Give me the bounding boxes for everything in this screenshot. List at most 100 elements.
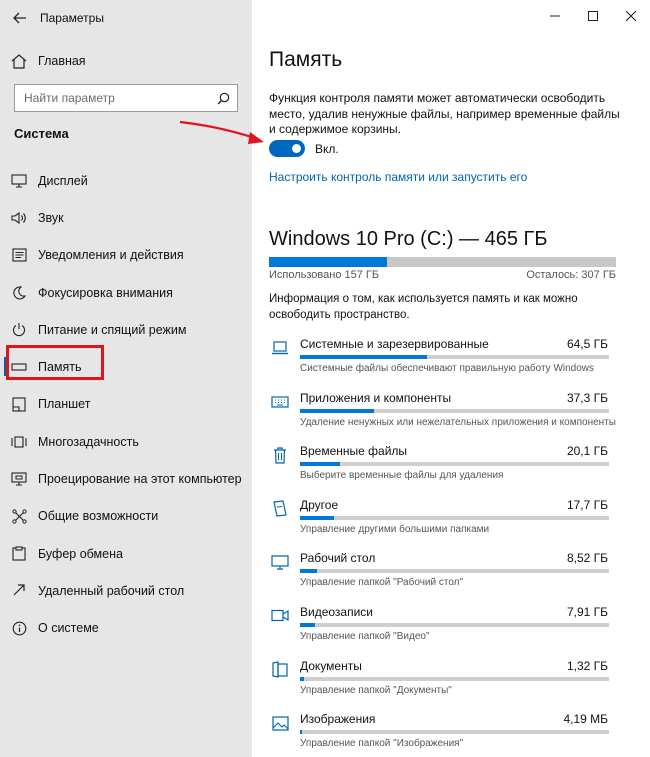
clipboard-icon (0, 546, 38, 561)
minimize-icon (550, 15, 560, 17)
category-bar-fill (300, 569, 317, 574)
window-controls (536, 0, 650, 32)
search-input[interactable]: Найти параметр (14, 84, 238, 112)
category-system-reserved[interactable]: Системные и зарезервированные 64,5 ГБ Си… (252, 333, 650, 387)
sidebar-item-label: Многозадачность (38, 434, 139, 449)
back-button[interactable] (0, 0, 40, 36)
category-name: Временные файлы (300, 444, 408, 459)
sidebar-item-notifications[interactable]: Уведомления и действия (0, 237, 252, 274)
sidebar-item-multitasking[interactable]: Многозадачность (0, 423, 252, 460)
app-title: Параметры (40, 11, 104, 25)
info-icon (0, 621, 38, 636)
category-bar (300, 355, 609, 359)
search-placeholder: Найти параметр (24, 91, 115, 105)
display-icon (0, 174, 38, 188)
minimize-button[interactable] (536, 0, 574, 32)
category-description: Управление папкой "Видео" (300, 630, 430, 642)
power-icon (0, 322, 38, 337)
annotation-highlight-box (6, 345, 104, 380)
notifications-icon (0, 248, 38, 262)
sidebar-item-display[interactable]: Дисплей (0, 162, 252, 199)
storage-sense-toggle[interactable] (269, 140, 305, 157)
annotation-arrow (179, 120, 264, 144)
sidebar-item-focus-assist[interactable]: Фокусировка внимания (0, 274, 252, 311)
shared-experiences-icon (0, 509, 38, 524)
toggle-knob (292, 144, 301, 153)
category-other[interactable]: Другое 17,7 ГБ Управление другими больши… (252, 494, 650, 548)
sidebar-item-remote-desktop[interactable]: Удаленный рабочий стол (0, 572, 252, 609)
sidebar-item-tablet[interactable]: Планшет (0, 386, 252, 423)
sidebar-item-label: Питание и спящий режим (38, 322, 187, 337)
monitor-icon (269, 551, 291, 573)
storage-categories: Системные и зарезервированные 64,5 ГБ Си… (252, 333, 650, 757)
usage-info-text: Информация о том, как используется памят… (269, 293, 578, 321)
close-icon (626, 11, 636, 21)
trash-icon (269, 444, 291, 466)
sound-icon (0, 211, 38, 225)
category-pictures[interactable]: Изображения 4,19 МБ Управление папкой "И… (252, 708, 650, 757)
projecting-icon (0, 472, 38, 486)
category-bar-fill (300, 408, 375, 413)
storage-sense-toggle-row: Вкл. (269, 140, 339, 157)
category-size: 8,52 ГБ (566, 551, 608, 566)
category-bar (300, 569, 609, 574)
page-title: Память (269, 48, 343, 71)
maximize-icon (588, 11, 598, 21)
category-name: Другое (300, 497, 339, 512)
category-description: Управление другими большими папками (300, 523, 490, 535)
section-title: Система (14, 126, 69, 141)
drive-used-label: Использовано 157 ГБ (269, 269, 380, 281)
configure-storage-sense-link[interactable]: Настроить контроль памяти или запустить … (269, 170, 527, 184)
sidebar-item-label: Общие возможности (38, 509, 159, 524)
category-desktop[interactable]: Рабочий стол 8,52 ГБ Управление папкой "… (252, 547, 650, 601)
category-bar-fill (300, 462, 341, 467)
category-videos[interactable]: Видеозаписи 7,91 ГБ Управление папкой "В… (252, 601, 650, 655)
sidebar-item-label: Планшет (38, 397, 91, 412)
home-icon (0, 53, 38, 69)
category-bar (300, 622, 609, 627)
drive-title: Windows 10 Pro (C:) — 465 ГБ (269, 228, 548, 250)
category-size: 4,19 МБ (563, 712, 608, 727)
tablet-icon (0, 397, 38, 412)
multitasking-icon (0, 435, 38, 449)
sidebar-item-label: Уведомления и действия (38, 248, 184, 263)
category-size: 20,1 ГБ (566, 444, 608, 459)
sidebar-item-label: Проецирование на этот компьютер (38, 472, 242, 487)
close-button[interactable] (612, 0, 650, 32)
sidebar-item-shared-experiences[interactable]: Общие возможности (0, 498, 252, 535)
sidebar-item-label: О системе (38, 621, 99, 636)
category-size: 17,7 ГБ (566, 497, 608, 512)
toggle-state-label: Вкл. (315, 141, 339, 156)
category-apps-features[interactable]: Приложения и компоненты 37,3 ГБ Удаление… (252, 387, 650, 441)
category-name: Изображения (300, 712, 376, 727)
sidebar-item-label: Звук (38, 210, 64, 225)
video-icon (269, 605, 291, 627)
category-description: Выберите временные файлы для удаления (300, 470, 504, 482)
sidebar-item-sound[interactable]: Звук (0, 199, 252, 236)
maximize-button[interactable] (574, 0, 612, 32)
remote-desktop-icon (0, 583, 38, 598)
sidebar-nav: Дисплей Звук Уведомления и действия Фоку… (0, 162, 252, 647)
drive-free-label: Осталось: 307 ГБ (526, 269, 616, 281)
sidebar-item-label: Дисплей (38, 173, 88, 188)
category-temporary-files[interactable]: Временные файлы 20,1 ГБ Выберите временн… (252, 440, 650, 494)
category-bar-fill (300, 355, 427, 359)
category-description: Управление папкой "Рабочий стол" (300, 577, 464, 589)
sidebar-item-about[interactable]: О системе (0, 610, 252, 647)
back-arrow-icon (13, 12, 26, 24)
titlebar: Параметры (0, 0, 252, 36)
category-bar (300, 515, 609, 520)
main-content: Память Функция контроля памяти может авт… (252, 0, 650, 757)
folder-icon (269, 659, 291, 681)
category-documents[interactable]: Документы 1,32 ГБ Управление папкой "Док… (252, 655, 650, 709)
category-name: Документы (300, 658, 362, 673)
drive-usage-fill (269, 257, 387, 267)
category-size: 7,91 ГБ (566, 604, 608, 619)
sidebar-item-clipboard[interactable]: Буфер обмена (0, 535, 252, 572)
sidebar-item-home[interactable]: Главная (0, 46, 252, 76)
category-bar-fill (300, 622, 316, 627)
sidebar-item-projecting[interactable]: Проецирование на этот компьютер (0, 460, 252, 497)
category-description: Системные файлы обеспечивают правильную … (300, 363, 595, 374)
category-bar-fill (300, 730, 302, 735)
sidebar-item-power-sleep[interactable]: Питание и спящий режим (0, 311, 252, 348)
